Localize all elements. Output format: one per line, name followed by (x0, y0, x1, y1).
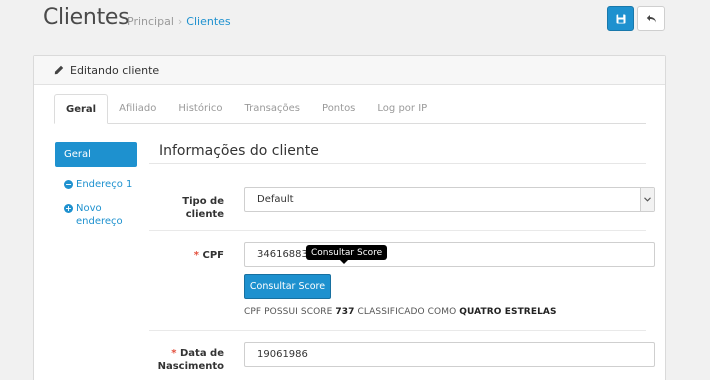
floppy-disk-icon (616, 14, 626, 24)
divider (149, 163, 646, 164)
customer-type-label: Tipo de cliente (124, 195, 224, 221)
tab-log-por-ip[interactable]: Log por IP (366, 93, 438, 123)
back-button[interactable] (637, 6, 665, 31)
tab-geral[interactable]: Geral (54, 94, 109, 124)
minus-circle-icon[interactable]: − (64, 180, 73, 189)
edit-customer-panel: Editando cliente Geral Afiliado Históric… (33, 55, 666, 380)
save-button[interactable] (607, 6, 634, 31)
cpf-label: * CPF (124, 249, 224, 262)
breadcrumb: Principal › Clientes (127, 15, 231, 28)
reply-arrow-icon (646, 14, 657, 24)
tab-bar: Geral Afiliado Histórico Transações Pont… (54, 94, 646, 124)
tab-transacoes[interactable]: Transações (233, 93, 311, 123)
panel-heading-title: Editando cliente (70, 63, 160, 77)
divider (149, 230, 646, 231)
cpf-label-text: CPF (202, 250, 225, 261)
birth-date-label: * Data de Nascimento (124, 347, 224, 373)
birth-date-label-line2: Nascimento (157, 361, 224, 372)
sidebar-item-geral[interactable]: Geral (55, 142, 137, 167)
panel-heading: Editando cliente (34, 56, 665, 85)
breadcrumb-current-link[interactable]: Clientes (186, 15, 230, 28)
consult-score-button[interactable]: Consultar Score (244, 274, 331, 299)
customer-type-label-line1: Tipo de (182, 196, 224, 207)
score-result-text: CPF POSSUI SCORE 737 CLASSIFICADO COMO Q… (244, 307, 557, 317)
score-prefix: CPF POSSUI SCORE (244, 307, 333, 317)
divider (149, 330, 646, 331)
birth-date-label-line1: Data de (180, 348, 224, 359)
birth-date-value: 19061986 (257, 349, 308, 360)
section-title: Informações do cliente (159, 143, 319, 159)
tab-historico[interactable]: Histórico (167, 93, 233, 123)
score-rating: QUATRO ESTRELAS (459, 307, 557, 317)
required-mark: * (171, 348, 177, 359)
sidebar-item-label: Novo endereço (76, 203, 123, 227)
pencil-icon (54, 65, 64, 75)
plus-circle-icon[interactable]: + (64, 204, 73, 213)
sidebar-item-endereco-1[interactable]: − Endereço 1 (55, 178, 137, 191)
tab-afiliado[interactable]: Afiliado (108, 93, 167, 123)
consult-score-tooltip: Consultar Score (306, 245, 388, 264)
customer-type-label-line2: cliente (185, 209, 224, 220)
breadcrumb-separator: › (177, 15, 183, 28)
required-mark: * (193, 250, 200, 261)
customer-type-value: Default (257, 194, 294, 205)
score-middle: CLASSIFICADO COMO (357, 307, 457, 317)
page-title: Clientes (43, 5, 130, 30)
sidebar-item-label: Endereço 1 (76, 179, 133, 190)
birth-date-input[interactable]: 19061986 (244, 342, 655, 367)
breadcrumb-home-link[interactable]: Principal (127, 15, 174, 28)
chevron-down-icon[interactable] (640, 188, 654, 211)
customer-type-select[interactable]: Default (244, 187, 655, 212)
tab-pontos[interactable]: Pontos (311, 93, 366, 123)
score-value: 737 (335, 307, 355, 317)
